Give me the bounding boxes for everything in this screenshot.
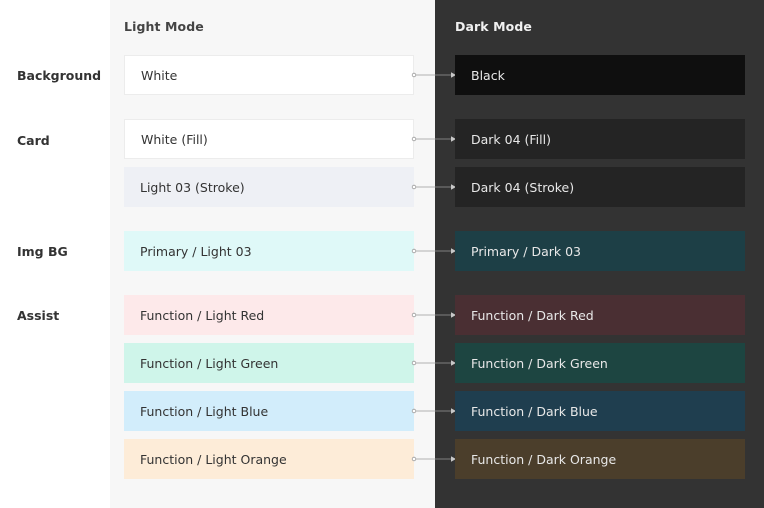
group-label-assist: Assist [17,308,60,323]
mapping-arrow [411,455,459,463]
dark-swatch-function-blue: Function / Dark Blue [455,391,745,431]
mapping-arrow [411,71,459,79]
mapping-arrow [411,311,459,319]
light-swatch-white-fill: White (Fill) [124,119,414,159]
dark-mode-title: Dark Mode [455,19,532,34]
light-swatch-function-blue: Function / Light Blue [124,391,414,431]
dark-swatch-function-orange: Function / Dark Orange [455,439,745,479]
light-swatch-function-green: Function / Light Green [124,343,414,383]
dark-swatch-black: Black [455,55,745,95]
dark-swatch-dark04-stroke: Dark 04 (Stroke) [455,167,745,207]
light-swatch-function-red: Function / Light Red [124,295,414,335]
mapping-arrow [411,247,459,255]
light-swatch-function-orange: Function / Light Orange [124,439,414,479]
light-swatch-white: White [124,55,414,95]
dark-swatch-primary-dark03: Primary / Dark 03 [455,231,745,271]
group-label-background: Background [17,68,102,83]
mapping-arrow [411,407,459,415]
mapping-arrow [411,359,459,367]
dark-swatch-function-green: Function / Dark Green [455,343,745,383]
mapping-arrow [411,183,459,191]
dark-swatch-function-red: Function / Dark Red [455,295,745,335]
group-label-img-bg: Img BG [17,244,68,259]
light-mode-title: Light Mode [124,19,204,34]
mapping-arrow [411,135,459,143]
dark-swatch-dark04-fill: Dark 04 (Fill) [455,119,745,159]
group-label-card: Card [17,133,50,148]
light-swatch-primary-light03: Primary / Light 03 [124,231,414,271]
light-swatch-light03-stroke: Light 03 (Stroke) [124,167,414,207]
